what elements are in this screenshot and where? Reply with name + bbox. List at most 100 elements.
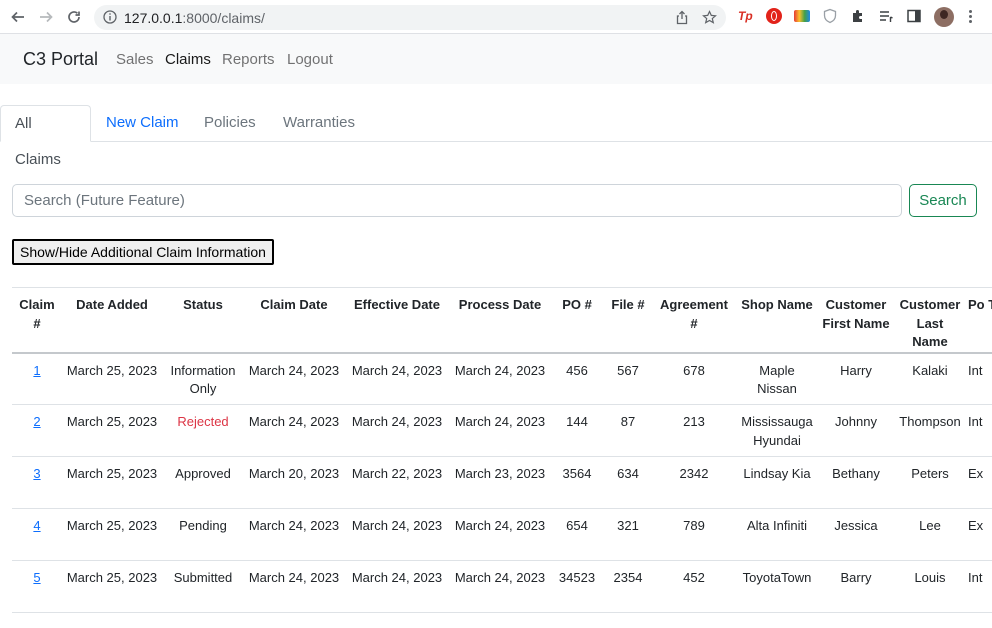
column-header[interactable]: Status (162, 287, 244, 354)
claim-id-cell: 3 (12, 456, 62, 509)
table-row: 2 March 25, 2023 Rejected March 24, 2023… (12, 404, 992, 457)
table-cell: 456 (550, 352, 604, 405)
toggle-additional-info-button[interactable]: Show/Hide Additional Claim Information (12, 239, 274, 265)
claim-id-cell: 4 (12, 508, 62, 561)
table-cell: Louis (894, 560, 966, 613)
address-bar[interactable]: 127.0.0.1:8000/claims/ (94, 5, 726, 30)
table-header-row: Claim # Date Added Status Claim Date Eff… (12, 287, 992, 354)
table-cell: Ex (966, 456, 992, 509)
url-text: 127.0.0.1:8000/claims/ (124, 10, 265, 26)
table-row: 4 March 25, 2023 Pending March 24, 2023 … (12, 508, 992, 561)
profile-avatar[interactable] (934, 7, 954, 27)
forward-arrow-icon[interactable] (38, 9, 54, 25)
search-input[interactable] (12, 184, 902, 217)
back-arrow-icon[interactable] (10, 9, 26, 25)
tab-warranties[interactable]: Warranties (269, 105, 369, 141)
share-icon[interactable] (675, 10, 689, 30)
column-header[interactable]: Po T (966, 287, 992, 354)
reload-icon[interactable] (66, 9, 82, 25)
column-header[interactable]: Claim Date (244, 287, 344, 354)
tab-all-claims[interactable]: All Claims (0, 105, 91, 168)
table-cell: 567 (604, 352, 652, 405)
site-info-icon[interactable] (103, 10, 117, 29)
table-cell: 2354 (604, 560, 652, 613)
table-cell: Lee (894, 508, 966, 561)
nav-link-reports[interactable]: Reports (222, 51, 275, 68)
column-header[interactable]: Customer First Name (818, 287, 894, 354)
column-header[interactable]: File # (604, 287, 652, 354)
column-header[interactable]: PO # (550, 287, 604, 354)
table-cell: March 24, 2023 (450, 560, 550, 613)
table-cell: Mississauga Hyundai (736, 404, 818, 457)
puzzle-extensions-icon[interactable] (850, 8, 866, 24)
nav-link-sales[interactable]: Sales (116, 51, 154, 68)
table-cell: 654 (550, 508, 604, 561)
table-row: 5 March 25, 2023 Submitted March 24, 202… (12, 560, 992, 613)
claims-table: Claim # Date Added Status Claim Date Eff… (12, 287, 992, 613)
table-cell: 678 (652, 352, 736, 405)
status-cell: Pending (162, 508, 244, 561)
opera-extension-icon[interactable] (766, 8, 782, 24)
table-cell: 321 (604, 508, 652, 561)
claim-id-cell: 1 (12, 352, 62, 405)
column-header[interactable]: Customer Last Name (894, 287, 966, 354)
table-cell: Kalaki (894, 352, 966, 405)
browser-menu-icon[interactable] (966, 9, 974, 25)
table-cell: March 25, 2023 (62, 508, 162, 561)
claims-tabs: All Claims New Claim Policies Warranties (0, 105, 992, 168)
table-cell: 2342 (652, 456, 736, 509)
table-cell: March 25, 2023 (62, 352, 162, 405)
table-cell: Peters (894, 456, 966, 509)
claim-link[interactable]: 2 (33, 414, 40, 429)
table-row: 1 March 25, 2023 Information Only March … (12, 352, 992, 405)
table-cell: Johnny (818, 404, 894, 457)
tab-policies[interactable]: Policies (190, 105, 270, 141)
column-header[interactable]: Process Date (450, 287, 550, 354)
tab-new-claim[interactable]: New Claim (92, 105, 193, 141)
url-path: :8000/claims/ (182, 10, 265, 26)
bookmark-star-icon[interactable] (702, 10, 717, 30)
table-cell: 144 (550, 404, 604, 457)
table-cell: ToyotaTown (736, 560, 818, 613)
table-cell: Lindsay Kia (736, 456, 818, 509)
reading-list-icon[interactable] (878, 8, 894, 24)
column-header[interactable]: Claim # (12, 287, 62, 354)
search-button[interactable]: Search (909, 184, 977, 217)
claim-link[interactable]: 1 (33, 363, 40, 378)
table-cell: 789 (652, 508, 736, 561)
table-cell: Alta Infiniti (736, 508, 818, 561)
column-header[interactable]: Shop Name (736, 287, 818, 354)
table-cell: Maple Nissan (736, 352, 818, 405)
claim-link[interactable]: 4 (33, 518, 40, 533)
shield-extension-icon[interactable] (822, 8, 838, 24)
nav-link-claims[interactable]: Claims (165, 51, 211, 68)
column-header[interactable]: Effective Date (344, 287, 450, 354)
table-cell: March 25, 2023 (62, 404, 162, 457)
table-cell: March 24, 2023 (450, 508, 550, 561)
claim-link[interactable]: 5 (33, 570, 40, 585)
table-cell: 3564 (550, 456, 604, 509)
table-cell: March 24, 2023 (450, 404, 550, 457)
table-cell: March 20, 2023 (244, 456, 344, 509)
claim-link[interactable]: 3 (33, 466, 40, 481)
table-cell: March 24, 2023 (244, 404, 344, 457)
claims-table-container: Claim # Date Added Status Claim Date Eff… (12, 287, 992, 628)
table-cell: March 24, 2023 (244, 352, 344, 405)
tp-extension-icon[interactable]: Tp (738, 8, 754, 24)
brand-logo-text[interactable]: C3 Portal (23, 49, 98, 70)
column-header[interactable]: Agreement # (652, 287, 736, 354)
table-cell: Jessica (818, 508, 894, 561)
table-cell: 452 (652, 560, 736, 613)
status-cell: Approved (162, 456, 244, 509)
table-cell: Int (966, 352, 992, 405)
color-extension-icon[interactable] (794, 10, 810, 22)
table-cell: Int (966, 560, 992, 613)
nav-link-logout[interactable]: Logout (287, 51, 333, 68)
table-cell: March 23, 2023 (450, 456, 550, 509)
table-cell: 34523 (550, 560, 604, 613)
table-cell: March 22, 2023 (344, 456, 450, 509)
table-cell: Ex (966, 508, 992, 561)
column-header[interactable]: Date Added (62, 287, 162, 354)
side-panel-icon[interactable] (906, 8, 922, 24)
table-cell: 634 (604, 456, 652, 509)
